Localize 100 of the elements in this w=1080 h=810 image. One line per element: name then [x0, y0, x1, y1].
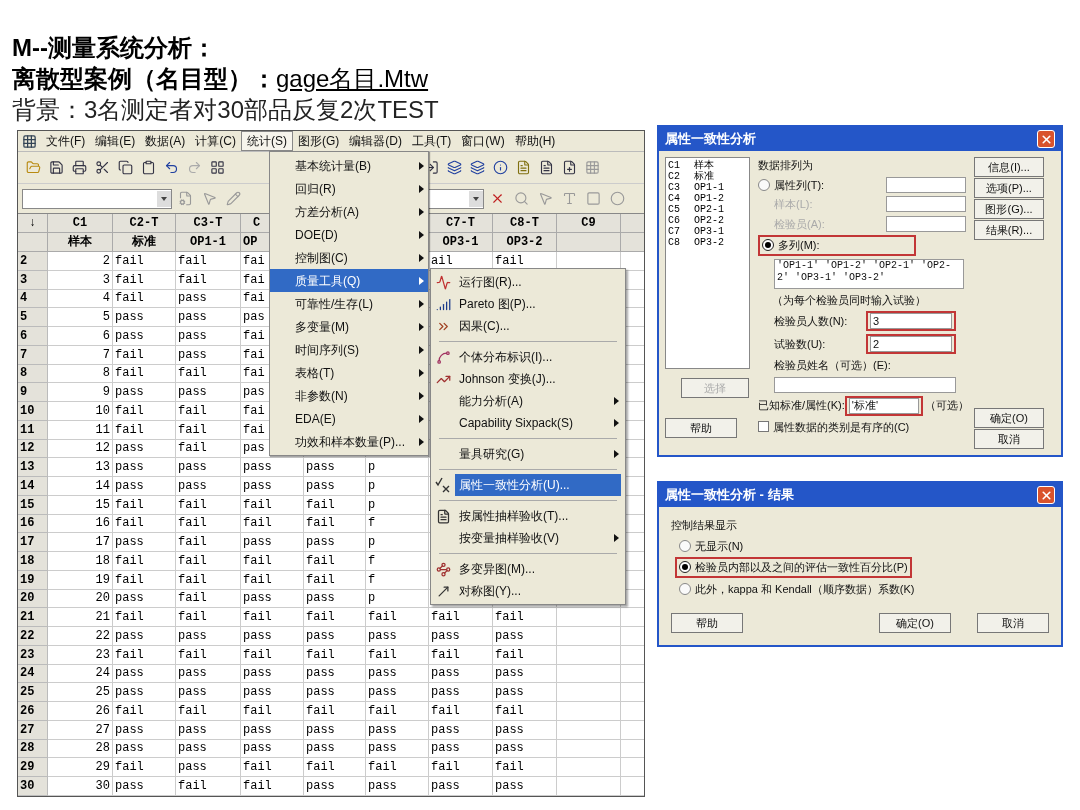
list-item[interactable]: OP2-1: [694, 204, 725, 215]
menu-item[interactable]: 能力分析(A): [455, 390, 621, 412]
list-item[interactable]: C4: [668, 193, 680, 204]
list-item[interactable]: C3: [668, 182, 680, 193]
list-item[interactable]: 标准: [694, 171, 714, 182]
menu-item[interactable]: 按属性抽样验收(T)...: [455, 505, 621, 527]
radio-button[interactable]: 多列(M):: [762, 237, 912, 254]
dialog-button[interactable]: 信息(I)...: [974, 157, 1044, 177]
dialog-button[interactable]: 结果(R)...: [974, 220, 1044, 240]
dialog-button[interactable]: 取消: [977, 613, 1049, 633]
list-item[interactable]: OP3-2: [694, 237, 725, 248]
menu-item[interactable]: 多变异图(M)...: [455, 558, 621, 580]
table-cell: fail: [429, 702, 493, 721]
radio-button[interactable]: 属性列(T):: [758, 176, 825, 193]
header-cell: C7-T: [429, 214, 493, 233]
menu-item[interactable]: 属性一致性分析(U)...: [455, 474, 621, 496]
menu-item[interactable]: 图形(G): [293, 132, 345, 150]
column-list[interactable]: C1 样本 C2 标准 C3 OP1-1 C4 OP1-2 C5 OP2-1 C6 OP2-2 C7 OP3-1 C8 OP3-2: [665, 157, 750, 369]
input-field[interactable]: 3: [870, 313, 952, 329]
dialog-button[interactable]: 帮助: [665, 418, 737, 438]
list-item[interactable]: 样本: [694, 160, 714, 171]
menu-item[interactable]: Pareto 图(P)...: [455, 293, 621, 315]
close-button[interactable]: [1037, 130, 1055, 148]
input-field[interactable]: '标准': [848, 397, 919, 414]
list-item[interactable]: OP2-2: [694, 215, 725, 226]
radio-button[interactable]: 检验员内部以及之间的评估一致性百分比(P): [679, 559, 908, 576]
menu-item[interactable]: 基本统计量(B): [270, 154, 428, 177]
submenu-arrow-icon: [419, 276, 424, 285]
input-field[interactable]: [886, 176, 966, 193]
table-cell: fail: [113, 345, 176, 365]
list-item[interactable]: C1: [668, 160, 680, 171]
row-header-cell: 21: [18, 608, 48, 627]
input-field[interactable]: [774, 376, 956, 393]
table-cell: 21: [48, 608, 113, 627]
menu-item[interactable]: 编辑器(D): [344, 132, 407, 150]
table-cell: [557, 627, 621, 646]
table-cell: fail: [493, 608, 557, 627]
table-cell: [557, 608, 621, 627]
table-cell: 12: [48, 439, 113, 459]
menu-item[interactable]: 数据(A): [140, 132, 191, 150]
menu-item[interactable]: 统计(S): [241, 131, 293, 151]
list-item[interactable]: C7: [668, 226, 680, 237]
menu-item[interactable]: Johnson 变换(J)...: [455, 368, 621, 390]
menu-item[interactable]: 窗口(W): [456, 132, 510, 150]
columns-text-area[interactable]: 'OP1-1' 'OP1-2' 'OP2-1' 'OP2-2' 'OP3-1' 'OP3-2': [774, 258, 964, 289]
table-cell: 22: [48, 627, 113, 646]
table-cell: fail: [176, 608, 241, 627]
menu-item[interactable]: 按变量抽样验收(V): [455, 527, 621, 549]
menu-item[interactable]: 编辑(E): [90, 132, 141, 150]
radio-button[interactable]: 无显示(N): [679, 537, 744, 554]
input-field[interactable]: 2: [870, 336, 952, 352]
table-cell: pass: [493, 777, 557, 796]
list-item[interactable]: OP1-2: [694, 193, 725, 204]
table-cell: fail: [176, 439, 241, 459]
table-cell: pass: [113, 777, 176, 796]
checkbox[interactable]: 属性数据的类别是有序的(C): [758, 418, 966, 435]
input-field[interactable]: [886, 215, 966, 232]
list-item[interactable]: OP1-1: [694, 182, 725, 193]
table-cell: fail: [241, 552, 304, 571]
list-item[interactable]: OP3-1: [694, 226, 725, 237]
table-cell: fail: [113, 758, 176, 777]
close-button[interactable]: [1037, 486, 1055, 504]
list-item[interactable]: C8: [668, 237, 680, 248]
menu-item[interactable]: 回归(R): [270, 177, 428, 200]
menu-item[interactable]: 文件(F): [41, 132, 91, 150]
row-header-cell: 26: [18, 702, 48, 721]
dropdown-field[interactable]: [22, 188, 172, 209]
list-item[interactable]: C5: [668, 204, 680, 215]
file-link[interactable]: gage名目.Mtw: [276, 63, 429, 94]
table-cell: fail: [241, 645, 304, 665]
table-cell: fail: [429, 758, 493, 777]
menu-item[interactable]: 运行图(R)...: [455, 271, 621, 293]
table-cell: pass: [176, 477, 241, 496]
row-header-cell: 2: [18, 252, 48, 271]
menu-item[interactable]: 量具研究(G): [455, 443, 621, 465]
input-field[interactable]: [886, 196, 966, 213]
dialog-button[interactable]: 帮助: [671, 613, 743, 633]
row-header-cell: 6: [18, 327, 48, 346]
menu-item[interactable]: 因果(C)...: [455, 315, 621, 337]
menu-item[interactable]: 对称图(Y)...: [455, 580, 621, 602]
dialog-button[interactable]: 确定(O): [974, 408, 1044, 428]
list-item[interactable]: C2: [668, 171, 680, 182]
list-item[interactable]: C6: [668, 215, 680, 226]
menu-item[interactable]: 工具(T): [407, 132, 457, 150]
table-cell: 15: [48, 495, 113, 515]
menu-item[interactable]: Capability Sixpack(S): [455, 412, 621, 434]
dialog-button[interactable]: 确定(O): [879, 613, 951, 633]
menu-item[interactable]: 个体分布标识(I)...: [455, 346, 621, 368]
dialog-button[interactable]: 取消: [974, 429, 1044, 449]
table-cell: fail: [366, 702, 429, 721]
menu-item[interactable]: 帮助(H): [509, 132, 561, 150]
table-cell: 18: [48, 552, 113, 571]
dialog-button[interactable]: 图形(G)...: [974, 199, 1044, 219]
table-cell: fail: [176, 270, 241, 290]
menu-item[interactable]: 计算(C): [190, 132, 241, 150]
header-cell: C3-T: [176, 214, 241, 233]
dialog-button[interactable]: 选项(P)...: [974, 178, 1044, 198]
radio-button[interactable]: 此外，kappa 和 Kendall（顺序数据）系数(K): [679, 580, 915, 597]
background-text: 背景：3名测定者对30部品反复2次TEST: [12, 95, 440, 125]
menu-item[interactable]: 质量工具(Q): [270, 269, 428, 292]
